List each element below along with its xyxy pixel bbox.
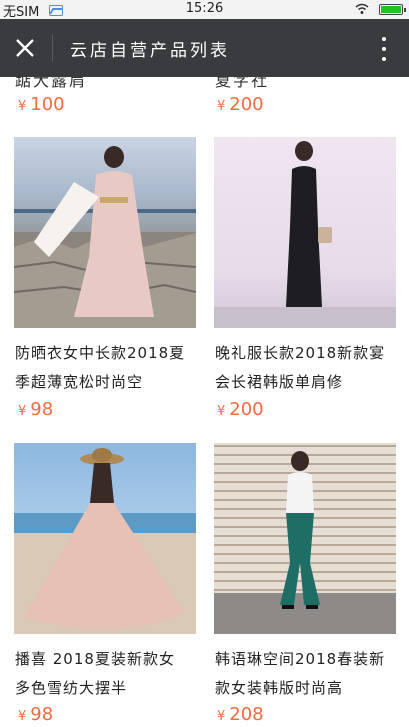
product-title[interactable]: 播喜 2018夏装新款女 多色雪纺大摆半 — [15, 645, 201, 703]
status-time: 15:26 — [185, 1, 224, 16]
app-header: 云店自营产品列表 — [0, 19, 409, 77]
product-title[interactable]: 韩语琳空间2018春装新 款女装韩版时尚高 — [215, 645, 401, 703]
product-price: ¥200 — [217, 399, 264, 420]
product-image[interactable] — [214, 137, 396, 328]
status-bar: 无SIM 15:26 — [0, 0, 409, 20]
status-right — [355, 3, 406, 15]
product-title[interactable]: 晚礼服长款2018新款宴 会长裙韩版单肩修 — [215, 339, 401, 397]
product-price: ¥200 — [217, 94, 264, 115]
product-image[interactable] — [14, 137, 196, 328]
product-list: 踮大露肩 ¥100 夏字社 ¥200 防晒衣女中长款2018夏 季超薄宽松时尚空… — [0, 77, 409, 727]
close-icon[interactable] — [12, 35, 38, 61]
product-price: ¥100 — [18, 94, 65, 115]
product-price: ¥98 — [18, 399, 54, 420]
product-title[interactable]: 夏字社 — [215, 77, 269, 91]
header-divider — [52, 35, 53, 61]
page-title: 云店自营产品列表 — [70, 41, 230, 61]
wifi-icon — [355, 3, 369, 14]
product-title[interactable]: 防晒衣女中长款2018夏 季超薄宽松时尚空 — [15, 339, 201, 397]
product-price: ¥98 — [18, 704, 54, 725]
product-title[interactable]: 踮大露肩 — [15, 77, 87, 91]
battery-icon — [379, 3, 406, 15]
product-image[interactable] — [14, 443, 196, 634]
more-icon[interactable] — [381, 37, 387, 61]
product-image[interactable] — [214, 443, 396, 634]
product-price: ¥208 — [217, 704, 264, 725]
